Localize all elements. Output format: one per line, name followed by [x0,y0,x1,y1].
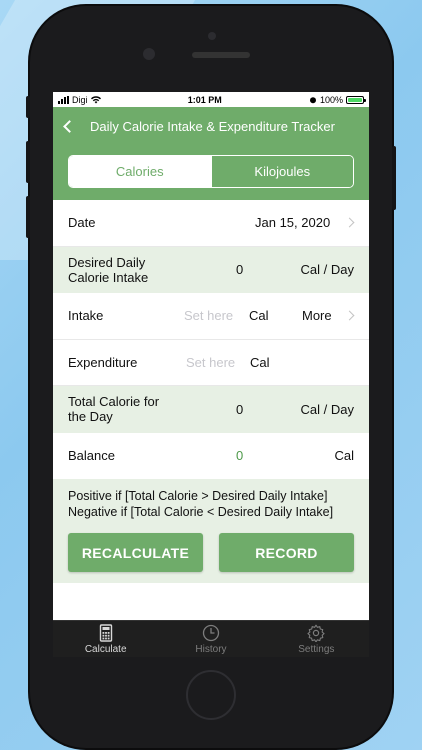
navigation-bar: Daily Calorie Intake & Expenditure Track… [53,107,369,146]
nav-title: Daily Calorie Intake & Expenditure Track… [90,119,335,134]
clock-icon [202,624,220,641]
tab-calculate-label: Calculate [84,643,127,655]
tab-bar: Calculate History Settings [53,620,369,657]
battery-percent: 100% [319,94,343,105]
gear-icon [307,624,325,642]
alarm-icon [309,96,316,103]
intake-more-link[interactable]: More [302,308,332,323]
segment-calories[interactable]: Calories [69,156,211,187]
calculator-icon [99,623,112,642]
segment-kilojoules[interactable]: Kilojoules [210,156,353,187]
tab-history-label: History [195,643,227,655]
desired-intake-label: Desired Daily Calorie Intake [68,254,149,285]
balance-label: Balance [68,448,115,464]
tab-history[interactable]: History [158,621,263,657]
front-camera [143,48,155,60]
date-row[interactable]: Date Jan 15, 2020 [53,200,369,247]
tab-settings-label: Settings [298,643,335,655]
unit-segment-area: Calories Kilojoules [53,146,369,200]
volume-up-button [26,141,30,183]
date-label: Date [68,215,96,231]
expenditure-unit: Cal [250,354,270,370]
tab-calculate[interactable]: Calculate [53,621,158,657]
unit-segmented-control: Calories Kilojoules [68,155,354,188]
desired-intake-value[interactable]: 0 [236,262,243,277]
balance-row: Balance 0 Cal [53,432,369,479]
intake-label: Intake [68,308,104,324]
status-bar: Digi 1:01 PM 100% [53,92,369,107]
desired-intake-unit: Cal / Day [300,262,354,278]
tab-settings[interactable]: Settings [264,621,369,657]
balance-note: Positive if [Total Calorie > Desired Dai… [53,479,369,525]
home-button[interactable] [186,670,236,720]
power-button [392,146,396,210]
date-value: Jan 15, 2020 [255,215,331,231]
recalculate-button[interactable]: RECALCULATE [68,533,203,572]
intake-unit: Cal [249,308,269,324]
mute-switch [26,96,30,118]
expenditure-row: Expenditure Set here Cal [53,339,369,386]
desired-intake-row: Desired Daily Calorie Intake 0 Cal / Day [53,246,369,293]
wifi-icon [90,95,101,103]
total-calorie-unit: Cal / Day [300,401,354,417]
intake-input[interactable]: Set here [184,308,233,323]
record-button[interactable]: RECORD [219,533,354,572]
expenditure-input[interactable]: Set here [186,355,235,370]
battery-icon [346,95,366,104]
date-chevron-icon [344,217,355,228]
proximity-sensor [208,32,216,40]
expenditure-label: Expenditure [68,354,138,370]
app-screen: Digi 1:01 PM 100% Daily Calorie Intake &… [53,92,369,657]
volume-down-button [26,196,30,238]
note-negative: Negative if [Total Calorie < Desired Dai… [68,505,334,519]
total-calorie-value: 0 [236,401,244,417]
total-calorie-row: Total Calorie for the Day 0 Cal / Day [53,386,369,433]
note-positive: Positive if [Total Calorie > Desired Dai… [68,489,328,503]
balance-unit: Cal [334,448,354,464]
status-time: 1:01 PM [187,94,222,105]
back-chevron-icon[interactable] [63,120,76,133]
intake-chevron-icon[interactable] [344,310,355,321]
total-calorie-label: Total Calorie for the Day [68,394,160,425]
signal-icon [58,95,69,104]
intake-row: Intake Set here Cal More [53,293,369,340]
action-buttons: RECALCULATE RECORD [53,525,369,583]
carrier-name: Digi [72,94,88,105]
earpiece-speaker [192,52,250,58]
balance-value: 0 [236,448,244,464]
